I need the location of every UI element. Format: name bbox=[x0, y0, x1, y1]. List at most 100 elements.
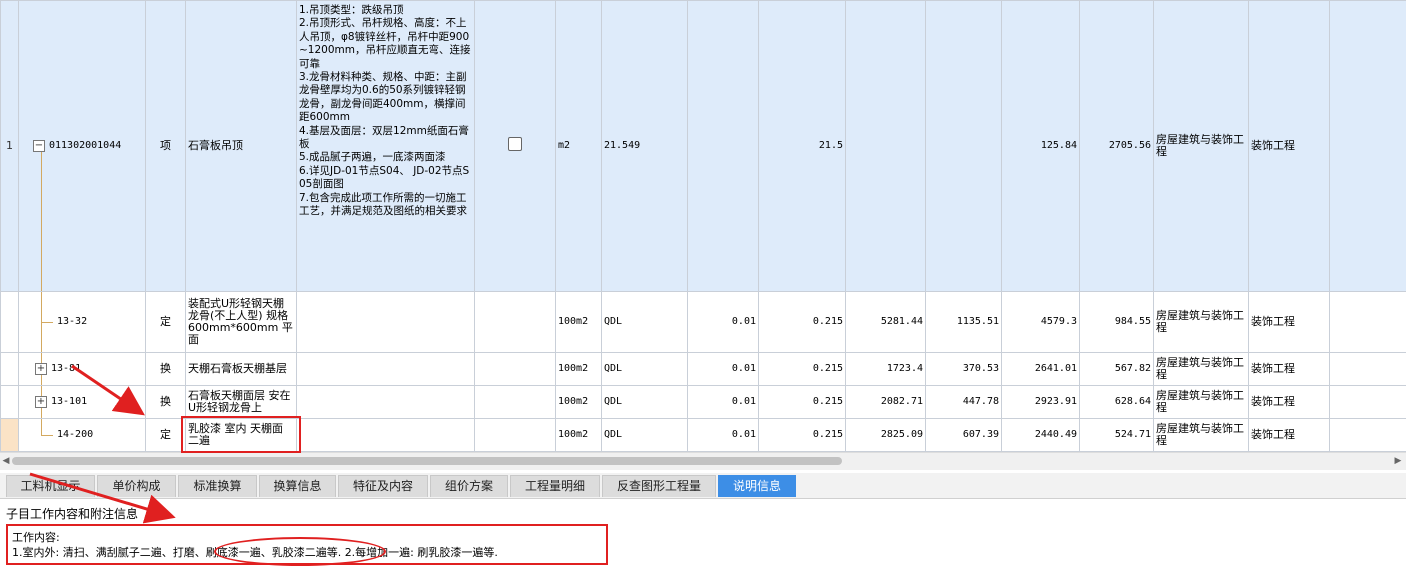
category-cell[interactable]: 换 bbox=[146, 352, 186, 385]
scroll-right-icon[interactable]: ▶ bbox=[1392, 455, 1404, 467]
quantity-cell[interactable]: 0.215 bbox=[759, 291, 846, 352]
checkbox-cell[interactable] bbox=[475, 1, 556, 292]
scroll-left-icon[interactable]: ◀ bbox=[0, 455, 12, 467]
price3-cell[interactable]: 2440.49 bbox=[1002, 418, 1080, 451]
description-cell[interactable] bbox=[297, 352, 475, 385]
price1-cell[interactable]: 2825.09 bbox=[846, 418, 926, 451]
expand-icon[interactable]: + bbox=[35, 396, 47, 408]
code-cell[interactable]: 13-32 bbox=[19, 291, 146, 352]
total-cell[interactable]: 524.71 bbox=[1080, 418, 1154, 451]
major-cell[interactable]: 房屋建筑与装饰工程 bbox=[1154, 385, 1249, 418]
empty-cell bbox=[1330, 291, 1406, 352]
tab-standard-conversion[interactable]: 标准换算 bbox=[178, 475, 257, 497]
tree-line bbox=[41, 146, 42, 291]
name-cell[interactable]: 天棚石膏板天棚基层 bbox=[186, 352, 297, 385]
coefficient-cell[interactable]: 0.01 bbox=[688, 291, 759, 352]
name-cell[interactable]: 石膏板吊顶 bbox=[186, 1, 297, 292]
total-cell[interactable]: 2705.56 bbox=[1080, 1, 1154, 292]
category-cell[interactable]: 项 bbox=[146, 1, 186, 292]
name-cell[interactable]: 装配式U形轻钢天棚龙骨(不上人型) 规格600mm*600mm 平面 bbox=[186, 291, 297, 352]
price2-cell[interactable]: 607.39 bbox=[926, 418, 1002, 451]
coefficient-cell[interactable]: 0.01 bbox=[688, 352, 759, 385]
tab-features[interactable]: 特征及内容 bbox=[338, 475, 428, 497]
horizontal-scrollbar[interactable]: ◀ ▶ bbox=[0, 452, 1406, 470]
subproject-cell[interactable]: 装饰工程 bbox=[1249, 352, 1330, 385]
description-cell[interactable]: 1.吊顶类型：跌级吊顶 2.吊顶形式、吊杆规格、高度：不上人吊顶，φ8镀锌丝杆，… bbox=[297, 1, 475, 292]
expression-cell[interactable]: QDL bbox=[602, 418, 688, 451]
scrollbar-thumb[interactable] bbox=[12, 457, 842, 465]
collapse-icon[interactable]: − bbox=[33, 140, 45, 152]
quantity-cell[interactable]: 0.215 bbox=[759, 352, 846, 385]
name-cell[interactable]: 石膏板天棚面层 安在U形轻钢龙骨上 bbox=[186, 385, 297, 418]
code-cell[interactable]: 14-200 bbox=[19, 418, 146, 451]
checkbox-cell[interactable] bbox=[475, 291, 556, 352]
empty-cell bbox=[1330, 418, 1406, 451]
coefficient-cell[interactable]: 0.01 bbox=[688, 385, 759, 418]
price1-cell[interactable]: 2082.71 bbox=[846, 385, 926, 418]
table-row[interactable]: 13-32 定 装配式U形轻钢天棚龙骨(不上人型) 规格600mm*600mm … bbox=[1, 291, 1406, 352]
description-cell[interactable] bbox=[297, 385, 475, 418]
price1-cell[interactable]: 1723.4 bbox=[846, 352, 926, 385]
subproject-cell[interactable]: 装饰工程 bbox=[1249, 1, 1330, 292]
expression-cell[interactable]: QDL bbox=[602, 291, 688, 352]
quantity-cell[interactable]: 0.215 bbox=[759, 418, 846, 451]
expression-cell[interactable]: QDL bbox=[602, 352, 688, 385]
table-row[interactable]: 1 − 011302001044 项 石膏板吊顶 1.吊顶类型：跌级吊顶 2.吊… bbox=[1, 1, 1406, 292]
subproject-cell[interactable]: 装饰工程 bbox=[1249, 291, 1330, 352]
work-content-label: 工作内容: bbox=[12, 529, 60, 545]
major-cell[interactable]: 房屋建筑与装饰工程 bbox=[1154, 291, 1249, 352]
coefficient-cell[interactable]: 0.01 bbox=[688, 418, 759, 451]
code-cell[interactable]: − 011302001044 bbox=[19, 1, 146, 292]
description-cell[interactable] bbox=[297, 418, 475, 451]
total-cell[interactable]: 567.82 bbox=[1080, 352, 1154, 385]
price2-cell[interactable]: 370.53 bbox=[926, 352, 1002, 385]
code-cell[interactable]: + 13-81 bbox=[19, 352, 146, 385]
price3-cell[interactable]: 2923.91 bbox=[1002, 385, 1080, 418]
expand-icon[interactable]: + bbox=[35, 363, 47, 375]
category-cell[interactable]: 定 bbox=[146, 418, 186, 451]
category-cell[interactable]: 换 bbox=[146, 385, 186, 418]
expression-cell[interactable]: 21.549 bbox=[602, 1, 688, 292]
major-cell[interactable]: 房屋建筑与装饰工程 bbox=[1154, 352, 1249, 385]
tab-pricing-plan[interactable]: 组价方案 bbox=[430, 475, 508, 497]
price3-cell[interactable]: 125.84 bbox=[1002, 1, 1080, 292]
major-cell[interactable]: 房屋建筑与装饰工程 bbox=[1154, 418, 1249, 451]
checkbox-cell[interactable] bbox=[475, 385, 556, 418]
quantity-cell[interactable]: 0.215 bbox=[759, 385, 846, 418]
category-cell[interactable]: 定 bbox=[146, 291, 186, 352]
price2-cell[interactable]: 1135.51 bbox=[926, 291, 1002, 352]
unit-cell[interactable]: m2 bbox=[556, 1, 602, 292]
quantity-cell[interactable]: 21.5 bbox=[759, 1, 846, 292]
checkbox-icon[interactable] bbox=[508, 137, 522, 151]
tab-description-info[interactable]: 说明信息 bbox=[718, 475, 796, 497]
table-row[interactable]: + 13-101 换 石膏板天棚面层 安在U形轻钢龙骨上 100m2 QDL 0… bbox=[1, 385, 1406, 418]
major-cell[interactable]: 房屋建筑与装饰工程 bbox=[1154, 1, 1249, 292]
total-cell[interactable]: 628.64 bbox=[1080, 385, 1154, 418]
annotation-box bbox=[181, 416, 301, 453]
table-row[interactable]: + 13-81 换 天棚石膏板天棚基层 100m2 QDL 0.01 0.215… bbox=[1, 352, 1406, 385]
price3-cell[interactable]: 4579.3 bbox=[1002, 291, 1080, 352]
tab-conversion-info[interactable]: 换算信息 bbox=[259, 475, 336, 497]
checkbox-cell[interactable] bbox=[475, 418, 556, 451]
price2-cell[interactable] bbox=[926, 1, 1002, 292]
tab-quantity-detail[interactable]: 工程量明细 bbox=[510, 475, 600, 497]
expression-cell[interactable]: QDL bbox=[602, 385, 688, 418]
total-cell[interactable]: 984.55 bbox=[1080, 291, 1154, 352]
unit-cell[interactable]: 100m2 bbox=[556, 291, 602, 352]
checkbox-cell[interactable] bbox=[475, 352, 556, 385]
unit-cell[interactable]: 100m2 bbox=[556, 418, 602, 451]
tab-reverse-lookup[interactable]: 反查图形工程量 bbox=[602, 475, 716, 497]
unit-cell[interactable]: 100m2 bbox=[556, 352, 602, 385]
price1-cell[interactable]: 5281.44 bbox=[846, 291, 926, 352]
unit-cell[interactable]: 100m2 bbox=[556, 385, 602, 418]
description-cell[interactable] bbox=[297, 291, 475, 352]
coefficient-cell[interactable] bbox=[688, 1, 759, 292]
price1-cell[interactable] bbox=[846, 1, 926, 292]
code-cell[interactable]: + 13-101 bbox=[19, 385, 146, 418]
price3-cell[interactable]: 2641.01 bbox=[1002, 352, 1080, 385]
tab-material-display[interactable]: 工料机显示 bbox=[6, 475, 95, 497]
price2-cell[interactable]: 447.78 bbox=[926, 385, 1002, 418]
subproject-cell[interactable]: 装饰工程 bbox=[1249, 385, 1330, 418]
tab-unit-price[interactable]: 单价构成 bbox=[97, 475, 176, 497]
subproject-cell[interactable]: 装饰工程 bbox=[1249, 418, 1330, 451]
